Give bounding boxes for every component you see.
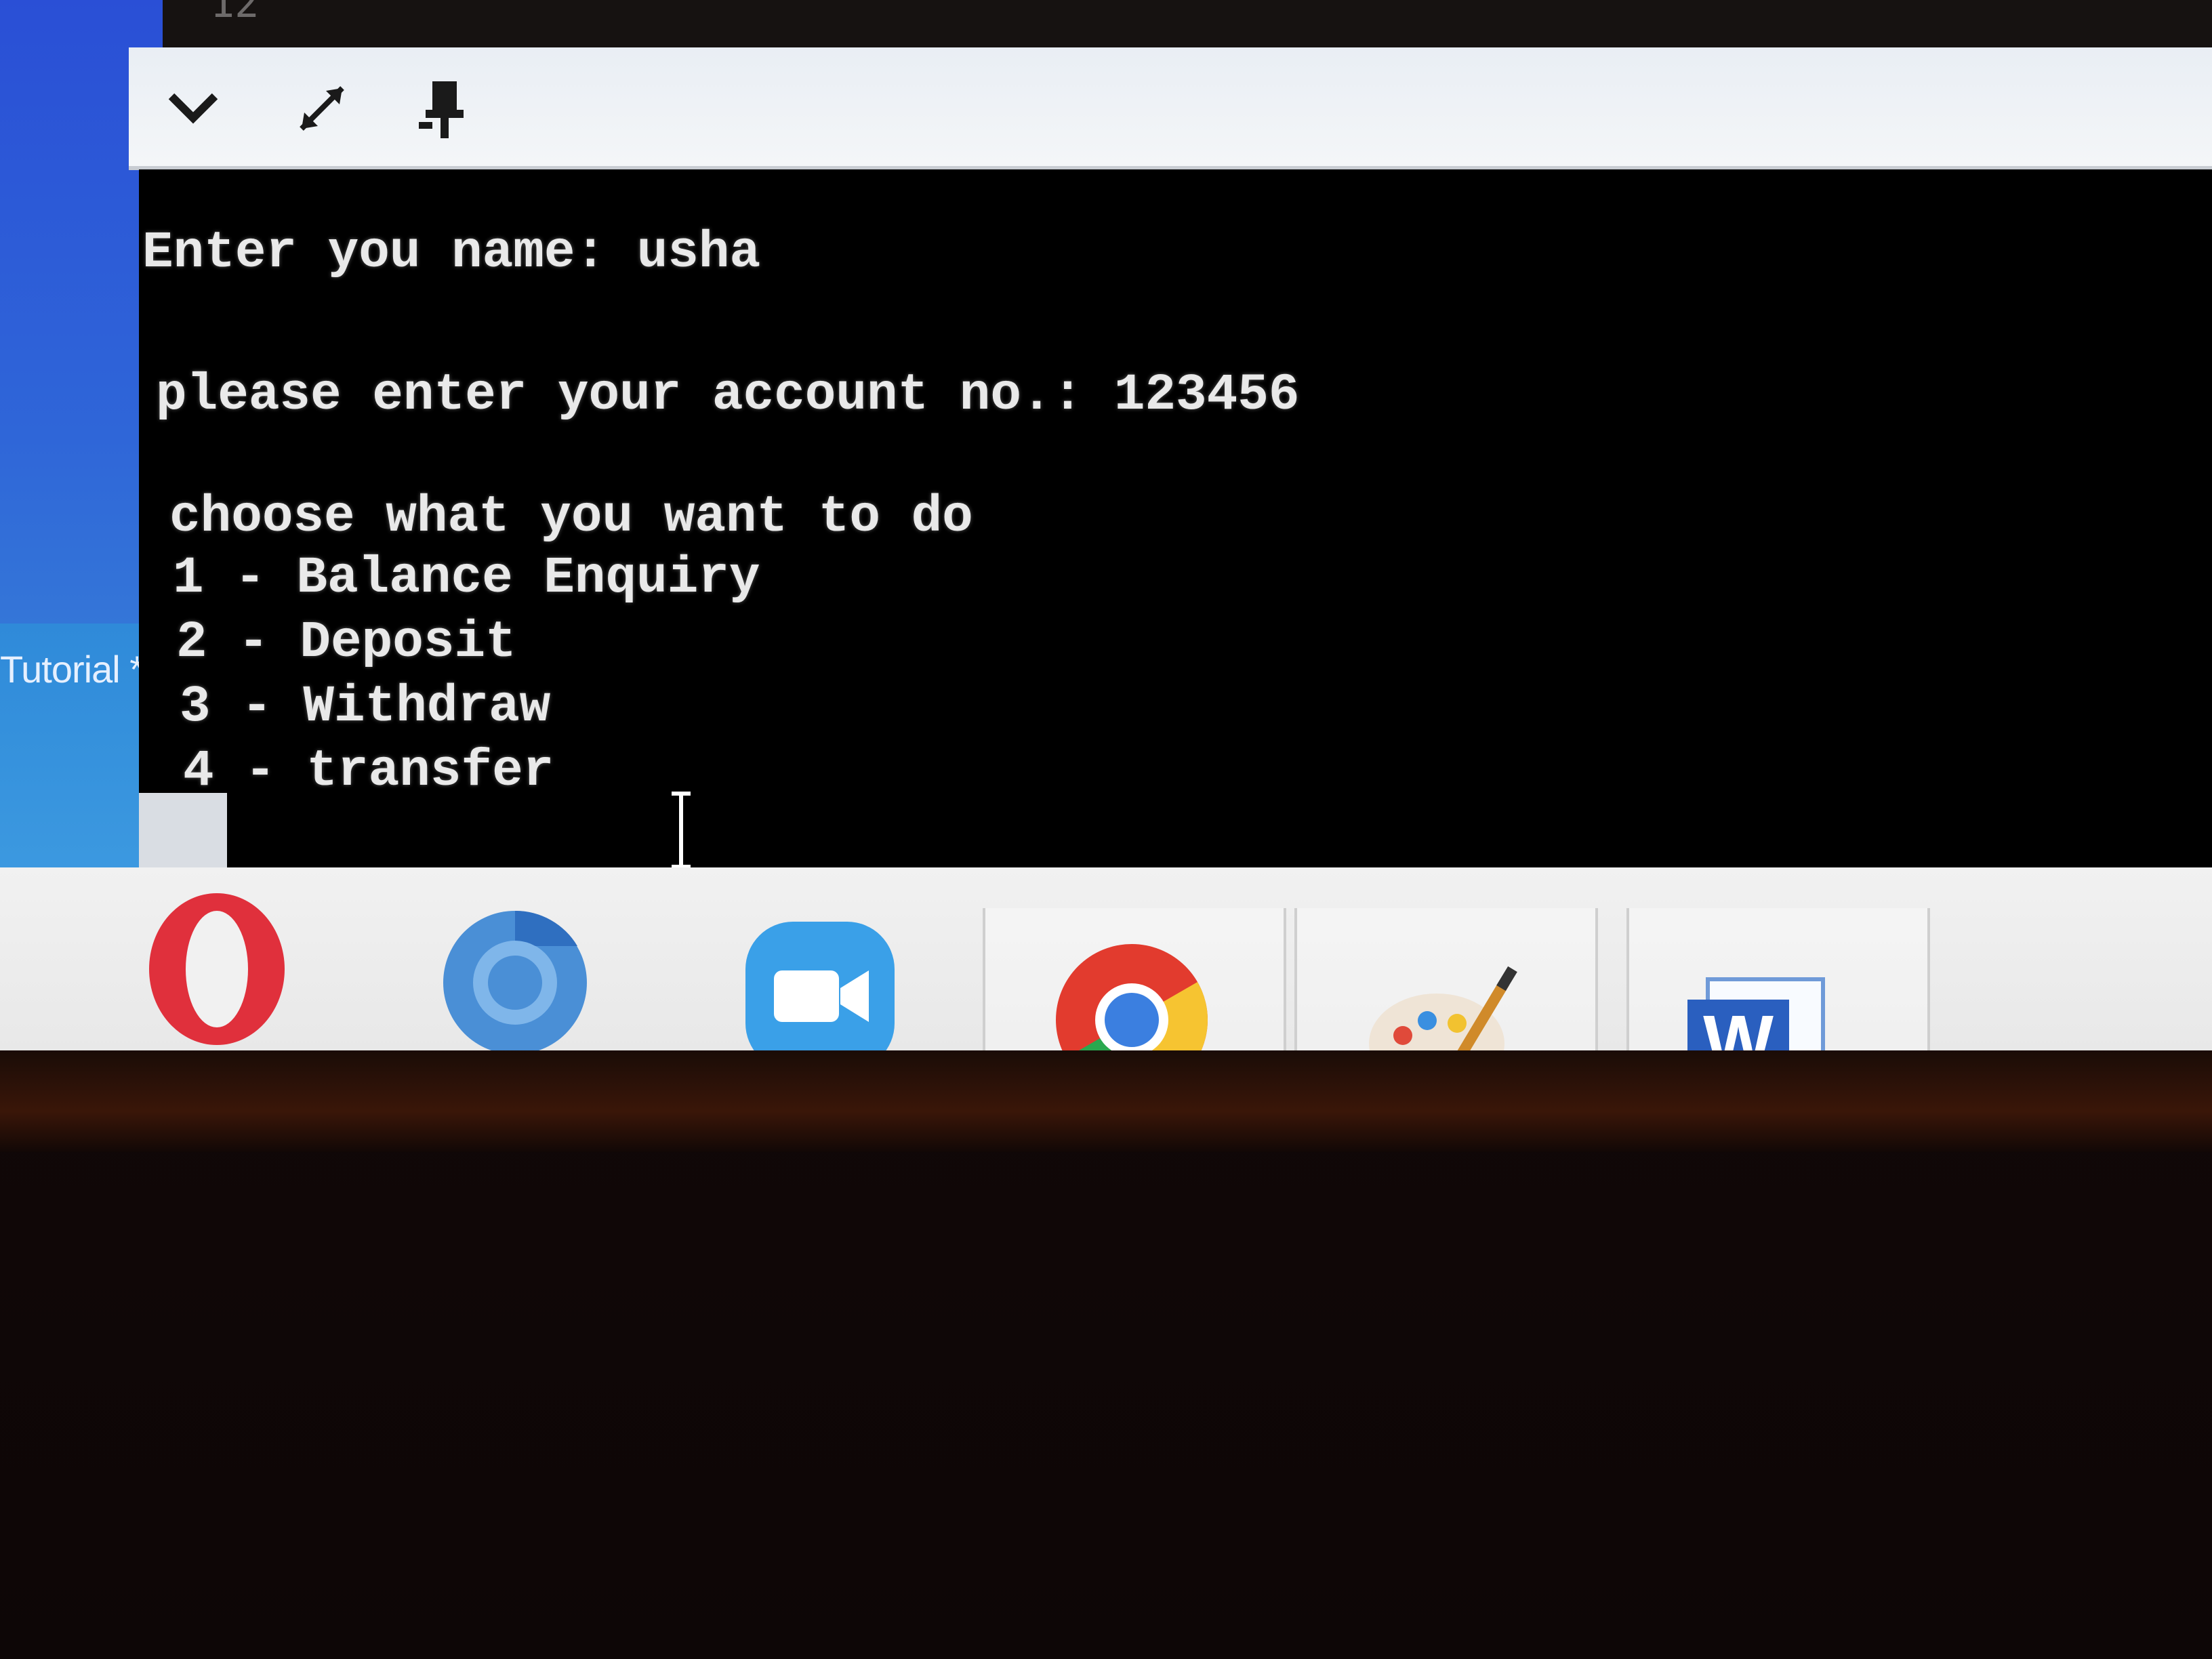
- opera-icon[interactable]: [136, 888, 298, 1050]
- console-line-name-prompt: Enter you name: usha: [142, 224, 761, 282]
- console-toolbar: [129, 47, 2212, 170]
- expand-icon[interactable]: [285, 75, 359, 142]
- text-cursor-icon: [672, 792, 691, 869]
- pin-icon[interactable]: [407, 75, 481, 142]
- console-line-option-4: 4 - transfer: [183, 742, 554, 800]
- console-line-menu-header: choose what you want to do: [169, 488, 973, 546]
- console-line-option-3: 3 - Withdraw: [180, 678, 551, 736]
- editor-tab-tutorial[interactable]: Tutorial *: [0, 647, 144, 691]
- top-edge-label: 12: [210, 0, 260, 27]
- console-line-account-prompt: please enter your account no.: 123456: [156, 366, 1300, 424]
- screen-photo: 12 Tutorial * Enter you name: usha pleas…: [0, 0, 2212, 1659]
- console-output[interactable]: Enter you name: usha please enter your a…: [139, 169, 2212, 867]
- chromium-icon[interactable]: [434, 901, 596, 1064]
- console-line-option-2: 2 - Deposit: [176, 613, 516, 672]
- monitor-bezel: [0, 1050, 2212, 1152]
- console-edge: [139, 793, 227, 874]
- console-line-option-1: 1 - Balance Enquiry: [173, 549, 760, 607]
- chevron-down-icon[interactable]: [156, 75, 230, 142]
